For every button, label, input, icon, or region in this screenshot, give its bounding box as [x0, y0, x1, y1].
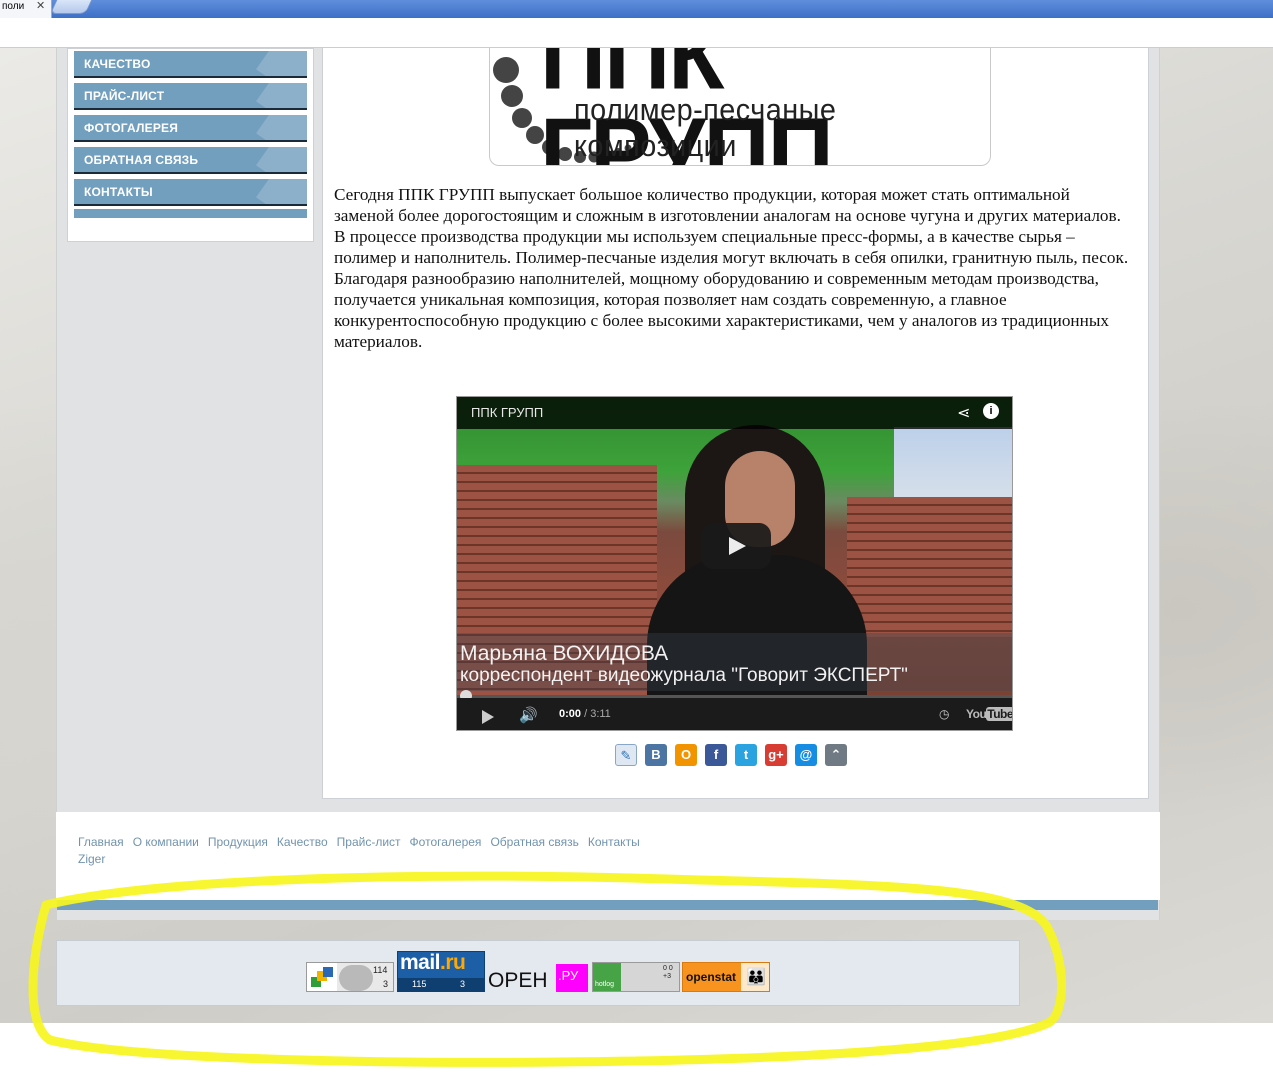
company-logo: ППК ГРУПП полимер-песчаные композиции [489, 48, 991, 166]
time-current: 0:00 [559, 708, 582, 720]
open-logo: OPEH [488, 969, 548, 992]
sidebar-menu-bottom [74, 209, 307, 218]
time-separator: / [581, 708, 591, 720]
footer-link-feedback[interactable]: Обратная связь [490, 835, 578, 849]
footer-link-price-list[interactable]: Прайс-лист [337, 835, 401, 849]
video-title[interactable]: ППК ГРУПП [471, 405, 543, 420]
openstat-counter[interactable]: openstat 👪 [682, 962, 770, 992]
time-total: 3:11 [590, 708, 611, 720]
caption-name: Марьяна ВОХИДОВА [460, 642, 669, 665]
mailru-counter[interactable]: mail.ru 115 3 [397, 951, 485, 992]
video-controls: 🔊 0:00 / 3:11 ◷ YouTube [457, 698, 1012, 730]
footer-link-contacts[interactable]: Контакты [588, 835, 640, 849]
hotlog-stats: 0 0 +3 [663, 965, 673, 980]
tab-title: поли [2, 1, 25, 12]
footer-link-home[interactable]: Главная [78, 835, 124, 849]
browser-tab-bar: поли ✕ [0, 0, 1273, 18]
caption-role: корреспондент видеожурнала "Говорит ЭКСП… [460, 665, 908, 686]
volume-icon[interactable]: 🔊 [519, 706, 538, 724]
share-odnoklassniki-icon[interactable]: О [675, 744, 697, 766]
browser-toolbar [0, 18, 1273, 48]
share-vkontakte-icon[interactable]: В [645, 744, 667, 766]
sidebar-item-quality[interactable]: КАЧЕСТВО [74, 51, 307, 78]
sidebar-item-feedback[interactable]: ОБРАТНАЯ СВЯЗЬ [74, 147, 307, 174]
footer-nav: Главная О компании Продукция Качество Прайс-… [78, 835, 649, 849]
play-icon[interactable] [482, 710, 494, 724]
open-ru-badge[interactable]: .РУ [556, 964, 588, 992]
sidebar-item-gallery[interactable]: ФОТОГАЛЕРЕЯ [74, 115, 307, 142]
info-icon[interactable]: i [983, 403, 999, 419]
openstat-logo: openstat [686, 970, 737, 984]
footer [56, 812, 1160, 900]
share-facebook-icon[interactable]: f [705, 744, 727, 766]
hotlog-counter[interactable]: hotlog 0 0 +3 [592, 962, 680, 992]
close-icon[interactable]: ✕ [36, 0, 45, 13]
sidebar-menu: КАЧЕСТВО ПРАЙС-ЛИСТ ФОТОГАЛЕРЕЯ ОБРАТНАЯ… [67, 48, 314, 242]
new-tab-button[interactable] [49, 0, 93, 14]
logo-tagline: полимер-песчаные композиции [574, 92, 837, 163]
liveinternet-views: 114 [373, 965, 388, 975]
mailru-hosts: 3 [460, 979, 466, 989]
youtube-logo[interactable]: YouTube [966, 707, 1012, 721]
footer-link-gallery[interactable]: Фотогалерея [410, 835, 482, 849]
sidebar-item-contacts[interactable]: КОНТАКТЫ [74, 179, 307, 206]
liveinternet-visitors: 3 [383, 979, 389, 989]
share-google-plus-icon[interactable]: g+ [765, 744, 787, 766]
page-bottom [0, 1023, 1273, 1074]
footer-bar [57, 900, 1158, 910]
liveinternet-counter[interactable]: 114 3 [306, 962, 394, 992]
open-counter[interactable]: OPEH [487, 966, 557, 994]
browser-tab[interactable]: поли ✕ [0, 0, 52, 18]
video-time: 0:00 / 3:11 [559, 708, 611, 720]
youtube-video-player[interactable]: ППК ГРУПП ⋖ i Марьяна ВОХИДОВА корреспон… [456, 396, 1013, 731]
footer-link-about[interactable]: О компании [133, 835, 199, 849]
share-more-icon[interactable]: ⌃ [825, 744, 847, 766]
people-icon: 👪 [741, 963, 769, 991]
share-mail-ru-icon[interactable]: @ [795, 744, 817, 766]
video-title-bar: ППК ГРУПП ⋖ i [457, 397, 1012, 429]
watch-later-icon[interactable]: ◷ [939, 707, 949, 721]
footer-credit[interactable]: Ziger [78, 852, 105, 866]
mailru-logo: mail.ru [400, 951, 466, 974]
share-livejournal-icon[interactable]: ✎ [615, 744, 637, 766]
company-description: Сегодня ППК ГРУПП выпускает большое коли… [334, 185, 1129, 351]
sidebar-item-price-list[interactable]: ПРАЙС-ЛИСТ [74, 83, 307, 110]
footer-link-products[interactable]: Продукция [208, 835, 268, 849]
footer-link-quality[interactable]: Качество [277, 835, 328, 849]
play-button[interactable] [701, 523, 771, 569]
share-twitter-icon[interactable]: t [735, 744, 757, 766]
mailru-visits: 115 [412, 979, 427, 989]
share-icon[interactable]: ⋖ [957, 403, 970, 423]
